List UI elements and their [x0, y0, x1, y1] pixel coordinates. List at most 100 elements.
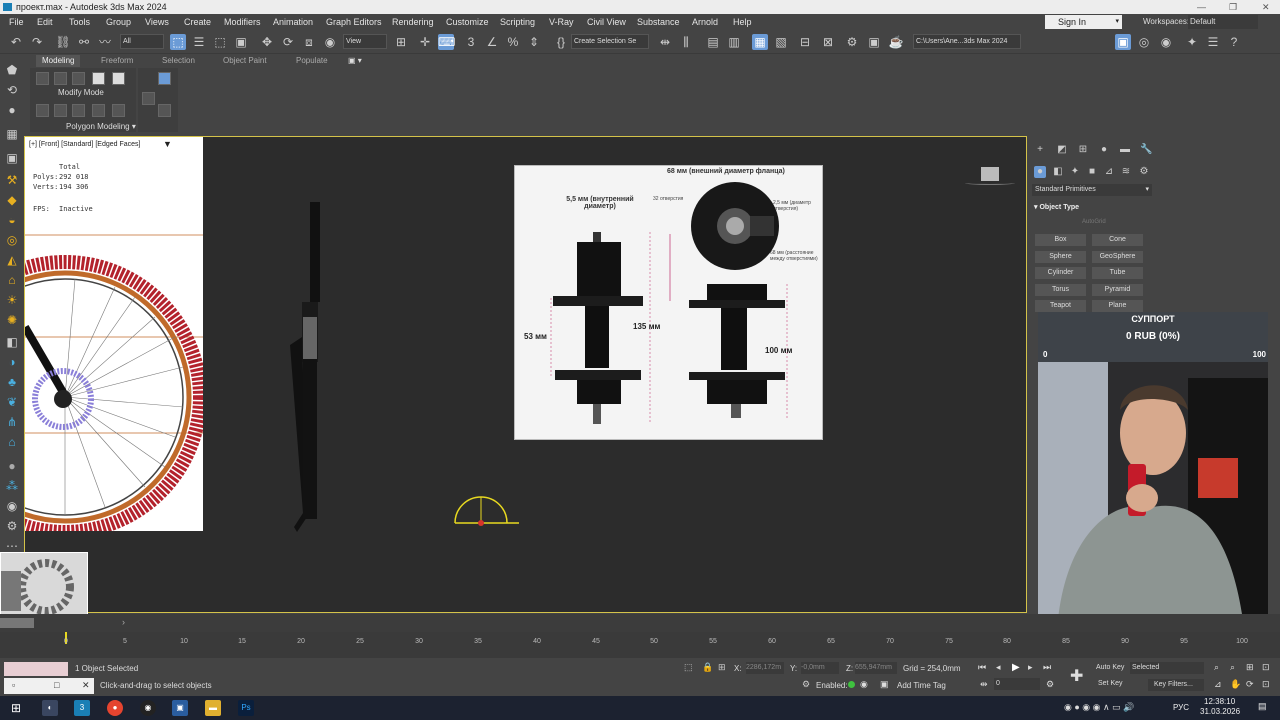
restore-icon[interactable]: □ — [54, 680, 59, 690]
pyramid-button[interactable]: Pyramid — [1092, 284, 1143, 296]
menu-views[interactable]: Views — [145, 14, 169, 30]
previous-frame-icon[interactable]: ◂ — [996, 662, 1001, 673]
select-manipulate-icon[interactable]: ✛ — [417, 34, 433, 50]
geometry-icon[interactable]: ● — [1034, 166, 1046, 178]
chrome-icon[interactable]: ● — [107, 700, 123, 716]
field-of-view-icon[interactable]: ⊿ — [1214, 679, 1222, 690]
tool-7-icon[interactable] — [158, 104, 171, 117]
helpers-icon[interactable]: ⊿ — [1103, 166, 1115, 178]
selection-filter-dropdown[interactable]: All — [120, 34, 164, 49]
percent-snap-icon[interactable]: % — [505, 34, 521, 50]
redo-icon[interactable]: ↷ — [29, 34, 45, 50]
layer-explorer-icon[interactable]: ▥ — [726, 34, 742, 50]
3dsmax-taskbar-icon[interactable]: 3 — [74, 700, 90, 716]
project-path-dropdown[interactable]: C:\Users\Ane...3ds Max 2024 — [913, 34, 1021, 49]
tool-4-icon[interactable] — [92, 104, 105, 117]
list-icon[interactable]: ☰ — [1205, 34, 1221, 50]
time-tag-icon[interactable]: ⚙ — [802, 679, 810, 690]
set-key-icon[interactable]: ✚ — [1070, 666, 1083, 686]
absolute-mode-icon[interactable]: ⊞ — [718, 662, 726, 673]
menu-tools[interactable]: Tools — [69, 14, 90, 30]
reference-coord-dropdown[interactable]: View — [343, 34, 387, 49]
menu-customize[interactable]: Customize — [446, 14, 489, 30]
time-slider[interactable]: › — [0, 614, 1280, 632]
y-coord-field[interactable]: -0,0mm — [801, 662, 839, 674]
zoom-all-icon[interactable]: ⌕ — [1230, 662, 1235, 673]
language-indicator[interactable]: РУС — [1173, 703, 1189, 712]
tool-1-icon[interactable] — [36, 104, 49, 117]
display-tab-icon[interactable]: ▬ — [1119, 144, 1131, 156]
material-editor-icon[interactable]: ⊠ — [820, 34, 836, 50]
tab-selection[interactable]: Selection — [162, 56, 195, 65]
category-dropdown[interactable]: Standard Primitives ▾ — [1032, 184, 1152, 196]
menu-modifiers[interactable]: Modifiers — [224, 14, 261, 30]
search-icon[interactable]: ◐ — [42, 700, 58, 716]
bind-spacewarp-icon[interactable]: 〰 — [97, 34, 113, 50]
vray-toolbar-icon[interactable]: ▣ — [1115, 34, 1131, 50]
vray-lights-icon[interactable]: ◎ — [1136, 34, 1152, 50]
tray-icons[interactable]: ◉ ● ◉ ◉ ∧ ▭ 🔊 — [1064, 702, 1134, 713]
help-icon[interactable]: ? — [1226, 34, 1242, 50]
named-selection-dropdown[interactable]: Create Selection Se — [571, 34, 649, 49]
ball-icon[interactable]: ● — [4, 458, 20, 474]
pan-icon[interactable]: ✋ — [1230, 679, 1241, 690]
torus-button[interactable]: Torus — [1035, 284, 1086, 296]
rect-selection-icon[interactable]: ⬚ — [212, 34, 228, 50]
menu-file[interactable]: File — [9, 14, 24, 30]
render-frame-icon[interactable]: ▣ — [866, 34, 882, 50]
gear-icon[interactable]: ⚙ — [4, 518, 20, 534]
viewport-front[interactable]: [+] [Front] [Standard] [Edged Faces] ▼ T… — [24, 136, 1027, 613]
ring-icon[interactable]: ◎ — [4, 232, 20, 248]
light-icon[interactable]: ✺ — [4, 312, 20, 328]
tab-populate[interactable]: Populate — [296, 56, 328, 65]
grass-icon[interactable]: ⋔ — [4, 414, 20, 430]
element-icon[interactable] — [112, 72, 125, 85]
rotate-view-icon[interactable]: ⟲ — [4, 82, 20, 98]
fork-model[interactable] — [285, 197, 335, 537]
move-icon[interactable]: ✥ — [259, 34, 275, 50]
tool-3-icon[interactable] — [72, 104, 85, 117]
utilities-tab-icon[interactable]: 🔧 — [1140, 144, 1152, 156]
render-setup-icon[interactable]: ⚙ — [844, 34, 860, 50]
viewcube[interactable] — [981, 167, 999, 181]
menu-group[interactable]: Group — [106, 14, 131, 30]
filter-icon[interactable]: ▼ — [163, 139, 172, 149]
motion-tab-icon[interactable]: ● — [1098, 144, 1110, 156]
align-icon[interactable]: ⫼ — [678, 34, 694, 50]
box-button[interactable]: Box — [1035, 234, 1086, 246]
x-coord-field[interactable]: 2286,172m — [746, 662, 784, 674]
menu-vray[interactable]: V-Ray — [549, 14, 574, 30]
ribbon-options-icon[interactable]: ▣ ▾ — [348, 56, 362, 65]
folder-icon[interactable]: ▬ — [205, 700, 221, 716]
next-frame-icon[interactable]: ▸ — [1028, 662, 1033, 673]
tool-5-icon[interactable] — [112, 104, 125, 117]
teapot-icon[interactable]: ⬟ — [4, 62, 20, 78]
polygon-icon[interactable] — [92, 72, 105, 85]
menu-arnold[interactable]: Arnold — [692, 14, 718, 30]
sign-in-button[interactable]: Sign In ▾ — [1045, 15, 1122, 29]
menu-rendering[interactable]: Rendering — [392, 14, 434, 30]
scene-explorer-icon[interactable]: ▤ — [705, 34, 721, 50]
rotate-icon[interactable]: ⟳ — [280, 34, 296, 50]
undo-icon[interactable]: ↶ — [8, 34, 24, 50]
place-icon[interactable]: ◉ — [322, 34, 338, 50]
current-frame-field[interactable]: 0 — [994, 678, 1040, 690]
grid-icon[interactable]: ▦ — [4, 126, 20, 142]
go-to-end-icon[interactable]: ⏭ — [1043, 662, 1051, 673]
hub-reference-image[interactable]: 68 мм (внешний диаметр фланца) 5,5 мм (в… — [514, 165, 823, 440]
molecule-icon[interactable]: ⁂ — [4, 478, 20, 494]
sun-icon[interactable]: ☀ — [4, 292, 20, 308]
auto-key-button[interactable]: Auto Key — [1096, 664, 1124, 671]
menu-civil-view[interactable]: Civil View — [587, 14, 626, 30]
zoom-extents-icon[interactable]: ⊞ — [1246, 662, 1254, 673]
key-mode-icon[interactable]: ⇹ — [980, 679, 988, 690]
light-gizmo[interactable] — [451, 495, 521, 529]
isolate-icon[interactable]: ⬚ — [684, 662, 693, 673]
viewport-toggle-icon[interactable]: ⊡ — [1262, 679, 1270, 690]
unlink-icon[interactable]: ⚯ — [76, 34, 92, 50]
close-button[interactable]: ✕ — [1262, 0, 1270, 14]
lock-icon[interactable]: 🔒 — [702, 662, 713, 673]
tool-6-icon[interactable] — [142, 92, 155, 105]
sphere-icon[interactable]: ● — [4, 102, 20, 118]
vray-camera-icon[interactable]: ◉ — [1158, 34, 1174, 50]
